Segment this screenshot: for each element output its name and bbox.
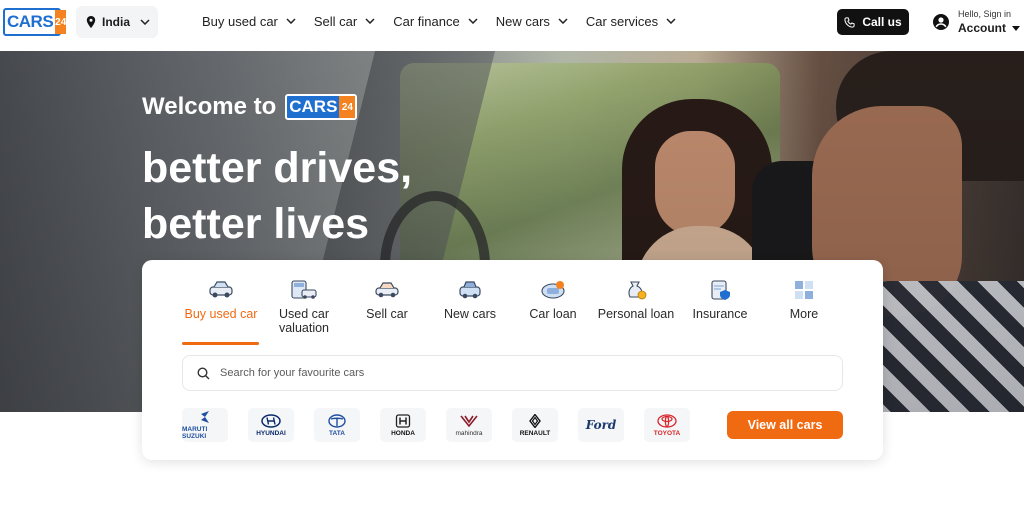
brand-renault[interactable]: RENAULT [512, 408, 558, 442]
car-loan-icon [541, 281, 565, 299]
nav-car-services[interactable]: Car services [586, 14, 676, 29]
tab-personal-loan[interactable]: Personal loan [594, 278, 678, 321]
chevron-down-icon [468, 18, 478, 24]
account-menu[interactable]: Hello, Sign in Account [933, 6, 1020, 38]
chevron-down-icon [558, 18, 568, 24]
money-bag-icon [628, 281, 647, 300]
tab-sell-car[interactable]: Sell car [345, 278, 429, 321]
sign-in-greeting: Hello, Sign in [958, 9, 1012, 19]
nav-car-finance[interactable]: Car finance [393, 14, 478, 29]
sell-car-icon [375, 282, 399, 298]
brand-ford[interactable]: Ford [578, 408, 624, 442]
brand-maruti-suzuki[interactable]: MARUTI SUZUKI [182, 408, 228, 442]
location-pin-icon [86, 16, 96, 28]
new-car-icon [459, 281, 481, 299]
nav-buy-used-car[interactable]: Buy used car [202, 14, 296, 29]
tab-insurance[interactable]: Insurance [678, 278, 762, 321]
category-tabs: Buy used car Used car valuation Sell car… [142, 278, 883, 348]
brand-hyundai[interactable]: HYUNDAI [248, 408, 294, 442]
insurance-shield-icon [711, 280, 730, 300]
nav-new-cars[interactable]: New cars [496, 14, 568, 29]
chevron-down-icon [365, 18, 375, 24]
suzuki-logo-icon [201, 411, 209, 423]
search-placeholder: Search for your favourite cars [220, 367, 365, 379]
brand-list: MARUTI SUZUKI HYUNDAI TATA HONDA mahindr… [182, 408, 710, 444]
account-label: Account [958, 21, 1006, 35]
calculator-car-icon [291, 280, 317, 299]
cars24-logo[interactable]: CARS 24 [3, 8, 67, 36]
main-nav: Buy used car Sell car Car finance New ca… [202, 0, 694, 42]
services-card: Buy used car Used car valuation Sell car… [142, 260, 883, 460]
brand-toyota[interactable]: TOYOTA [644, 408, 690, 442]
tata-logo-icon [328, 413, 346, 428]
location-label: India [102, 15, 131, 29]
nav-sell-car[interactable]: Sell car [314, 14, 375, 29]
car-icon [209, 281, 233, 298]
car-search-input[interactable]: Search for your favourite cars [182, 355, 843, 391]
tab-more[interactable]: More [762, 278, 846, 321]
tab-buy-used-car[interactable]: Buy used car [179, 278, 263, 321]
active-tab-indicator [182, 342, 259, 345]
toyota-logo-icon [657, 413, 677, 428]
tab-new-cars[interactable]: New cars [428, 278, 512, 321]
view-all-cars-button[interactable]: View all cars [727, 411, 843, 439]
grid-more-icon [795, 281, 813, 299]
cars24-inline-logo: CARS 24 [285, 94, 358, 120]
user-icon [933, 14, 949, 30]
brand-tata[interactable]: TATA [314, 408, 360, 442]
top-header: CARS 24 India Buy used car Sell car Car … [0, 0, 1024, 50]
chevron-down-icon [666, 18, 676, 24]
tab-used-car-valuation[interactable]: Used car valuation [262, 278, 346, 335]
welcome-heading: Welcome to CARS 24 [142, 93, 358, 121]
brand-mahindra[interactable]: mahindra [446, 408, 492, 442]
hero-tagline: better drives, better lives [142, 144, 413, 248]
mahindra-logo-icon [460, 415, 478, 427]
chevron-down-icon [286, 18, 296, 24]
tab-car-loan[interactable]: Car loan [511, 278, 595, 321]
hyundai-logo-icon [261, 413, 281, 428]
phone-icon [844, 16, 855, 28]
brand-honda[interactable]: HONDA [380, 408, 426, 442]
caret-down-icon [1012, 25, 1020, 31]
honda-logo-icon [395, 413, 411, 428]
call-us-button[interactable]: Call us [837, 9, 909, 35]
search-icon [197, 366, 210, 379]
chevron-down-icon [140, 19, 150, 25]
renault-logo-icon [529, 413, 541, 428]
location-selector[interactable]: India [76, 6, 158, 38]
